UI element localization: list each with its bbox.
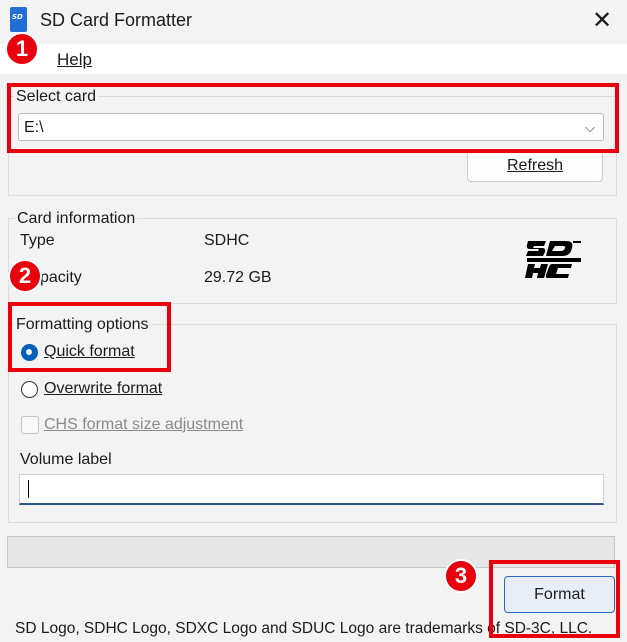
window-title: SD Card Formatter [40,10,193,30]
overwrite-format-radio[interactable] [21,381,38,398]
card-info-title: Card information [15,210,138,228]
menu-help-label: Help [57,50,92,69]
quick-format-radio[interactable] [21,344,38,361]
volume-label-input[interactable] [19,474,604,505]
formatting-options-title: Formatting options [14,316,151,334]
menu-bar: Help [0,44,627,74]
type-value: SDHC [204,232,250,249]
close-icon: ✕ [591,6,613,34]
quick-format-label[interactable]: Quick format [44,343,135,361]
refresh-label: Refresh [506,156,564,174]
capacity-label: pacity [40,269,82,286]
annotation-badge-2: 2 [8,259,42,293]
type-label: Type [20,232,55,249]
card-select-value: E:\ [24,119,44,136]
title-bar: SD Card Formatter ✕ [0,0,627,42]
app-icon [10,7,27,32]
menu-help[interactable]: Help [57,50,92,70]
format-progress-bar [7,536,615,568]
refresh-button[interactable]: Refresh [467,149,603,182]
chevron-down-icon: ⌵ [585,120,595,135]
trademark-footer: SD Logo, SDHC Logo, SDXC Logo and SDUC L… [15,620,593,637]
annotation-badge-1: 1 [5,32,39,66]
select-card-title: Select card [14,88,99,106]
annotation-badge-3: 3 [444,559,478,593]
chs-adjustment-label: CHS format size adjustment [44,416,243,434]
format-button[interactable]: Format [504,576,615,613]
text-caret [28,480,29,498]
sdhc-logo [525,241,581,278]
close-button[interactable]: ✕ [584,4,620,36]
card-select[interactable]: E:\ ⌵ [18,113,604,141]
chs-adjustment-text: CHS format size adjustment [44,416,244,433]
format-label: Format [534,585,585,603]
capacity-value: 29.72 GB [204,269,272,286]
volume-label-title: Volume label [20,451,112,468]
overwrite-format-text: Overwrite format [44,380,163,397]
chs-adjustment-checkbox[interactable] [21,416,39,434]
overwrite-format-label[interactable]: Overwrite format [44,380,162,398]
quick-format-text: Quick format [44,343,135,360]
